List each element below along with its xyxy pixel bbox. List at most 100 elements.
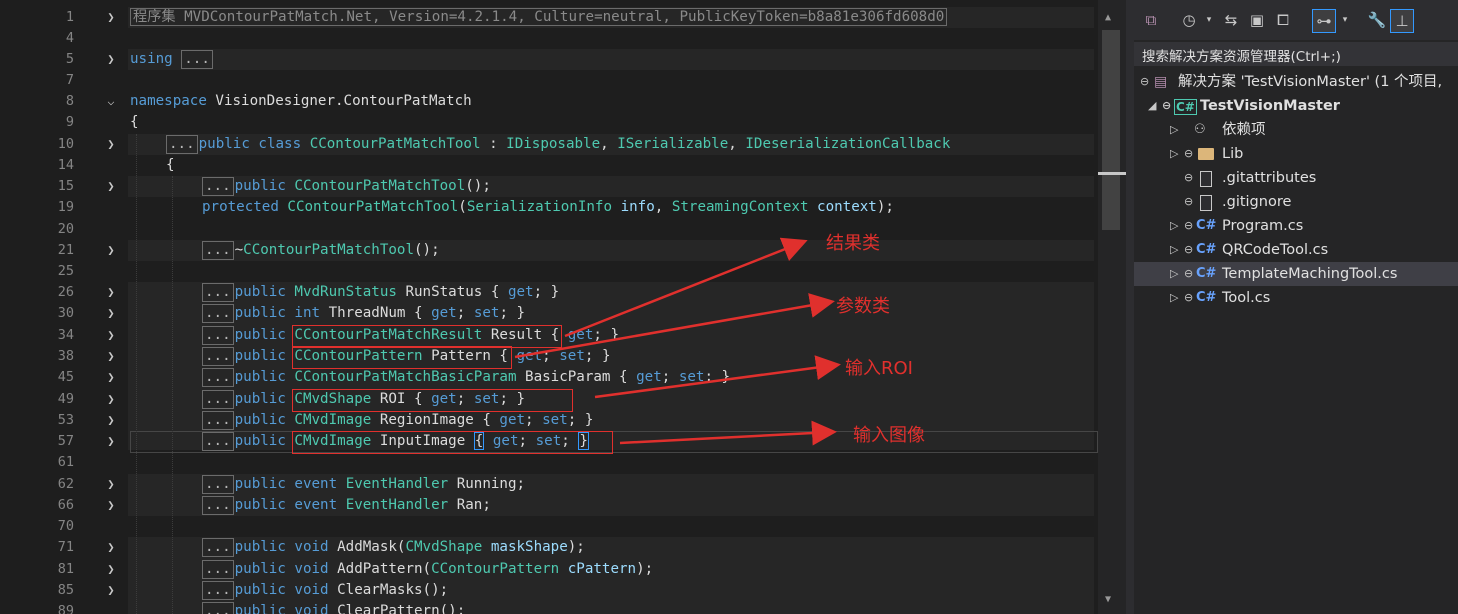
collapsed-block[interactable]: ... [202,601,234,614]
solution-node[interactable]: ⊖ ▤ 解决方案 'TestVisionMaster' (1 个项目, [1134,70,1458,94]
collapsed-block[interactable]: ... [202,495,234,515]
collapsed-block[interactable]: ... [202,389,234,409]
line-number: 30 [57,305,74,321]
sync-icon[interactable]: ⇆ [1220,9,1242,31]
preview-toggle-icon[interactable]: ⊶ [1312,9,1336,33]
collapsed-block[interactable]: ... [202,367,234,387]
expand-triangle-icon: ▷ [1170,147,1179,160]
scrollbar-thumb[interactable] [1102,30,1120,230]
collapsed-block[interactable]: ... [202,474,234,494]
csharp-icon: C# [1196,290,1217,305]
show-all-files-icon[interactable]: ⧠ [1272,9,1294,31]
code-editor[interactable]: 1 4 5 7 8 9 10 14 15 19 20 21 25 26 30 3… [0,0,1126,614]
expand-chevron-icon[interactable]: ❯ [104,580,118,601]
line-number: 81 [57,561,74,577]
collapsed-block[interactable]: ... [202,431,234,451]
history-icon[interactable]: ◷ [1178,9,1200,31]
properties-wrench-icon[interactable]: 🔧 [1366,9,1388,31]
lock-icon: ⊖ [1184,171,1194,184]
tree-item-lib[interactable]: ▷ ⊖ Lib [1134,142,1458,166]
parameter-name: context [808,199,877,215]
panel-splitter[interactable] [1126,0,1134,614]
collapse-chevron-icon[interactable]: ⌵ [104,91,118,112]
dependencies-icon: ⚇ [1194,122,1206,137]
collapsed-block[interactable]: ... [202,580,234,600]
expand-chevron-icon[interactable]: ❯ [104,474,118,495]
keyword: public [234,433,286,449]
expand-chevron-icon[interactable]: ❯ [104,134,118,155]
expand-chevron-icon[interactable]: ❯ [104,7,118,28]
expand-chevron-icon[interactable]: ❯ [104,176,118,197]
pending-changes-icon[interactable]: ⊥ [1390,9,1414,33]
keyword: set [559,348,585,364]
scroll-up-icon[interactable]: ▲ [1105,12,1111,23]
collapsed-block[interactable]: ... [202,410,234,430]
expand-chevron-icon[interactable]: ❯ [104,282,118,303]
code-text: ); [567,539,585,555]
line-number: 7 [65,72,74,88]
code-text: ; } [567,412,594,428]
keyword: using [130,51,173,67]
line-number: 62 [57,476,74,492]
collapse-all-icon[interactable]: ▣ [1246,9,1268,31]
expand-chevron-icon[interactable]: ❯ [104,559,118,580]
collapsed-block[interactable]: ... [202,282,234,302]
collapsed-block[interactable]: ... [202,346,234,366]
tree-item-dependencies[interactable]: ▷ ⚇ 依赖项 [1134,118,1458,142]
tree-item-gitattributes[interactable]: ⊖ .gitattributes [1134,166,1458,190]
keyword: set [542,412,568,428]
expand-chevron-icon[interactable]: ❯ [104,367,118,388]
tree-item-label: Program.cs [1222,218,1304,234]
line-number: 20 [57,221,74,237]
property-line: ... public CMvdImage RegionImage { get; s… [202,410,593,431]
scroll-down-icon[interactable]: ▼ [1105,594,1111,605]
chevron-down-icon[interactable]: ▾ [1198,9,1220,31]
expand-chevron-icon[interactable]: ❯ [104,49,118,70]
expand-chevron-icon[interactable]: ❯ [104,410,118,431]
line-number: 14 [57,157,74,173]
tree-item-qrcodetool[interactable]: ▷ ⊖ C# QRCodeTool.cs [1134,238,1458,262]
collapsed-block[interactable]: ... [202,240,234,260]
code-text: ; [525,412,543,428]
tree-item-program[interactable]: ▷ ⊖ C# Program.cs [1134,214,1458,238]
collapsed-block[interactable]: ... [202,559,234,579]
project-node[interactable]: ◢ ⊖ C# TestVisionMaster [1134,94,1458,118]
type-name: SerializationInfo [466,199,613,215]
collapsed-block[interactable]: ... [166,134,198,154]
expand-chevron-icon[interactable]: ❯ [104,240,118,261]
expand-chevron-icon[interactable]: ❯ [104,346,118,367]
code-text: AddMask( [328,539,406,555]
expand-chevron-icon[interactable]: ❯ [104,325,118,346]
collapsed-block[interactable]: ... [181,49,213,69]
chevron-down-icon[interactable]: ▾ [1334,9,1356,31]
code-text: Running; [448,476,526,492]
solution-search-bar[interactable]: 搜索解决方案资源管理器(Ctrl+;) [1134,42,1458,66]
assembly-info[interactable]: 程序集 MVDContourPatMatch.Net, Version=4.2.… [130,8,948,26]
expand-chevron-icon[interactable]: ❯ [104,389,118,410]
annotation-label-result: 结果类 [826,233,880,254]
csharp-icon: C# [1196,242,1217,257]
switch-view-icon[interactable]: ⧉ [1140,9,1162,31]
type-name: CContourPatMatchTool [243,242,415,258]
collapsed-block[interactable]: ... [202,537,234,557]
solution-explorer-toolbar: ⧉ ◷ ▾ ⇆ ▣ ⧠ ⊶ ▾ 🔧 ⊥ [1134,0,1458,40]
code-text: ClearPattern(); [328,603,466,614]
tree-item-templatemachingtool[interactable]: ▷ ⊖ C# TemplateMachingTool.cs [1134,262,1458,286]
expand-chevron-icon[interactable]: ❯ [104,537,118,558]
line-number: 71 [57,539,74,555]
expand-chevron-icon[interactable]: ❯ [104,303,118,324]
expand-chevron-icon[interactable]: ❯ [104,495,118,516]
line-number: 19 [57,199,74,215]
tree-item-label: .gitignore [1222,194,1292,210]
collapsed-block[interactable]: ... [202,325,234,345]
tree-item-tool[interactable]: ▷ ⊖ C# Tool.cs [1134,286,1458,310]
method-line: ... public void AddMask(CMvdShape maskSha… [202,537,585,558]
type-name: CMvdShape [405,539,483,555]
tree-item-gitignore[interactable]: ⊖ .gitignore [1134,190,1458,214]
collapsed-block[interactable]: ... [202,176,234,196]
collapsed-block[interactable]: ... [202,303,234,323]
keyword: get [499,412,526,428]
expand-chevron-icon[interactable]: ❯ [104,431,118,452]
interface-name: IDisposable [506,136,601,152]
line-number: 70 [57,518,74,534]
